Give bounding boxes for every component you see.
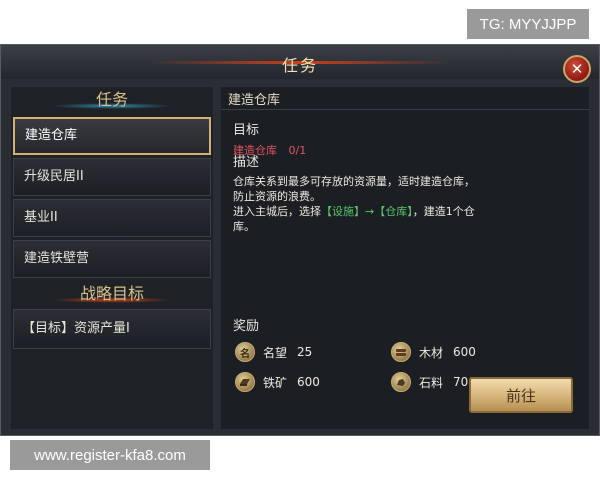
reward-value: 600: [453, 345, 476, 359]
tasks-heading-label: 任务: [95, 90, 128, 109]
task-item-build-warehouse[interactable]: 建造仓库: [13, 117, 211, 155]
detail-divider: [221, 109, 589, 110]
goal-label: 目标: [233, 123, 260, 138]
task-list: 建造仓库 升级民居II 基业II 建造铁壁营: [11, 117, 213, 278]
description-line-3c: ，建造1个仓: [412, 205, 475, 218]
reward-wood: 木材 600: [391, 340, 476, 364]
description-highlight: 【设施】→【仓库】: [321, 205, 413, 218]
watermark-url: www.register-kfa8.com: [10, 440, 210, 470]
reward-value: 25: [297, 345, 313, 359]
task-item-foundation[interactable]: 基业II: [13, 199, 211, 237]
window-title: 任务: [281, 56, 318, 75]
reward-iron: 铁矿 600: [235, 370, 320, 394]
description-text: 仓库关系到最多可存放的资源量，适时建造仓库， 防止资源的浪费。 进入主城后，选择…: [229, 174, 581, 234]
task-item-label: 建造仓库: [25, 128, 78, 143]
description-label: 描述: [233, 155, 260, 170]
description-section: 描述 仓库关系到最多可存放的资源量，适时建造仓库， 防止资源的浪费。 进入主城后…: [229, 151, 581, 234]
description-line-4: 库。: [233, 220, 255, 233]
quest-window: 任务 ✕ 任务 建造仓库 升级民居II 基业II 建造铁壁营 战略目标 【目标】…: [0, 44, 600, 436]
strategy-heading-label: 战略目标: [79, 284, 144, 303]
task-sidebar: 任务 建造仓库 升级民居II 基业II 建造铁壁营 战略目标 【目标】资源产量I: [11, 87, 213, 429]
wood-icon: [391, 342, 411, 362]
tasks-heading: 任务: [11, 87, 213, 113]
task-item-upgrade-house[interactable]: 升级民居II: [13, 158, 211, 196]
watermark-tag: TG: MYYJJPP: [467, 9, 589, 39]
stone-icon: [391, 372, 411, 392]
reward-name: 木材: [419, 345, 444, 360]
task-item-label: 建造铁壁营: [24, 251, 90, 266]
reward-stone: 石料 700: [391, 370, 476, 394]
prestige-icon: 名: [235, 342, 255, 362]
reward-prestige: 名 名望 25: [235, 340, 312, 364]
strategy-item-label: 【目标】资源产量I: [22, 321, 130, 336]
title-bar: 任务: [1, 45, 599, 79]
task-item-label: 基业II: [24, 210, 58, 225]
iron-icon: [235, 372, 255, 392]
reward-name: 名望: [263, 345, 288, 360]
description-line-3a: 进入主城后，选择: [233, 205, 321, 218]
task-item-label: 升级民居II: [24, 169, 84, 184]
reward-value: 600: [297, 375, 320, 389]
go-button[interactable]: 前往: [469, 377, 573, 413]
description-line-2: 防止资源的浪费。: [233, 190, 321, 203]
detail-title: 建造仓库: [228, 93, 281, 108]
description-line-1: 仓库关系到最多可存放的资源量，适时建造仓库，: [233, 175, 475, 188]
strategy-item-resource-output[interactable]: 【目标】资源产量I: [13, 309, 211, 349]
reward-label: 奖励: [233, 319, 260, 334]
strategy-heading: 战略目标: [11, 281, 213, 307]
reward-name: 铁矿: [263, 375, 288, 390]
task-item-build-iron-camp[interactable]: 建造铁壁营: [13, 240, 211, 278]
task-detail-panel: 建造仓库 目标 建造仓库 0/1 描述 仓库关系到最多可存放的资源量，适时建造仓…: [221, 87, 589, 429]
reward-name: 石料: [419, 375, 444, 390]
description-line-3: 进入主城后，选择【设施】→【仓库】，建造1个仓: [233, 204, 581, 219]
go-button-label: 前往: [505, 386, 536, 405]
